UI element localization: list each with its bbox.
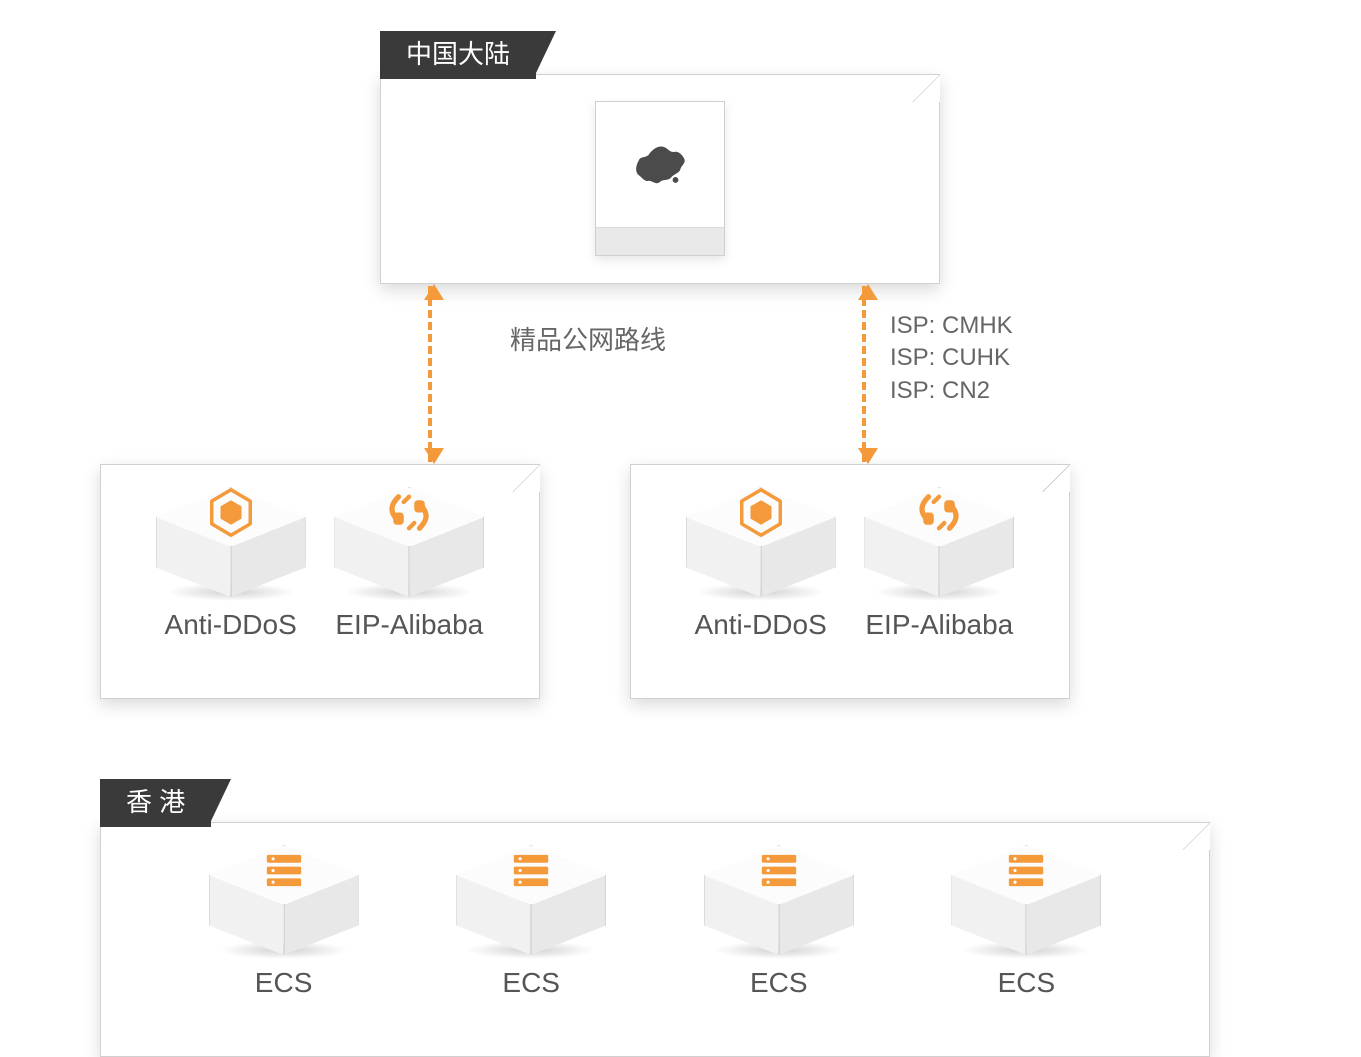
eip-label: EIP-Alibaba bbox=[335, 609, 483, 641]
node-ecs-2: ECS bbox=[456, 845, 606, 999]
region-edge-left: Anti-DDoS EIP-Alibaba bbox=[100, 464, 540, 699]
isp-line-cmhk: ISP: CMHK bbox=[890, 310, 1013, 342]
node-ecs-4: ECS bbox=[951, 845, 1101, 999]
anti-ddos-label: Anti-DDoS bbox=[165, 609, 297, 641]
region-china-mainland: 中国大陆 bbox=[380, 74, 940, 284]
region-edge-right: Anti-DDoS EIP-Alibaba bbox=[630, 464, 1070, 699]
node-anti-ddos-left: Anti-DDoS bbox=[156, 487, 306, 641]
connector-isp-lines bbox=[862, 286, 866, 462]
ecs-label: ECS bbox=[502, 967, 560, 999]
connector-premium-line bbox=[428, 286, 432, 462]
ecs-label: ECS bbox=[998, 967, 1056, 999]
region-hong-kong: 香 港 ECS ECS ECS bbox=[100, 822, 1210, 1057]
node-anti-ddos-right: Anti-DDoS bbox=[686, 487, 836, 641]
ecs-label: ECS bbox=[750, 967, 808, 999]
china-map-icon bbox=[629, 132, 691, 207]
ecs-label: ECS bbox=[255, 967, 313, 999]
eip-label: EIP-Alibaba bbox=[865, 609, 1013, 641]
isp-list: ISP: CMHK ISP: CUHK ISP: CN2 bbox=[890, 310, 1013, 407]
architecture-diagram: 中国大陆 精品公网路线 ISP: CMHK ISP: CUHK ISP: CN2… bbox=[30, 30, 1230, 1010]
isp-line-cuhk: ISP: CUHK bbox=[890, 342, 1013, 374]
region-china-title: 中国大陆 bbox=[380, 31, 536, 79]
node-ecs-3: ECS bbox=[704, 845, 854, 999]
region-hk-title: 香 港 bbox=[100, 779, 211, 827]
node-eip-left: EIP-Alibaba bbox=[334, 487, 484, 641]
premium-line-label: 精品公网路线 bbox=[510, 320, 666, 357]
isp-line-cn2: ISP: CN2 bbox=[890, 375, 1013, 407]
node-ecs-1: ECS bbox=[209, 845, 359, 999]
anti-ddos-label: Anti-DDoS bbox=[695, 609, 827, 641]
china-map-card bbox=[595, 101, 725, 256]
china-card-footer bbox=[596, 227, 724, 255]
node-eip-right: EIP-Alibaba bbox=[864, 487, 1014, 641]
